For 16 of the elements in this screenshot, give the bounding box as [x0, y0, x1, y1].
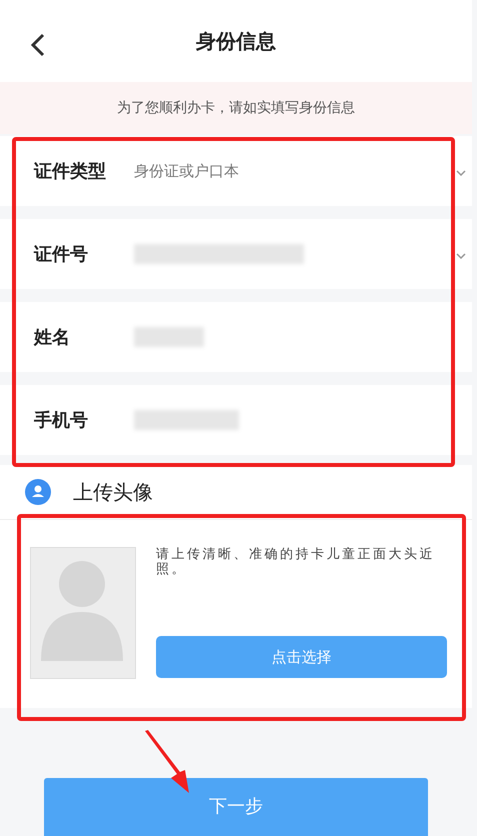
field-label: 姓名	[34, 326, 71, 350]
form-row[interactable]: 证件号	[0, 219, 472, 289]
user-icon	[25, 479, 51, 505]
form-row[interactable]: 证件类型 身份证或户口本	[0, 136, 472, 206]
avatar-placeholder-icon	[30, 547, 136, 679]
field-value: 身份证或户口本	[134, 160, 239, 182]
page-title: 身份信息	[196, 28, 276, 55]
form-row[interactable]: 姓名	[0, 302, 472, 372]
field-label: 证件类型	[34, 160, 107, 184]
field-label: 手机号	[34, 408, 89, 432]
section-title: 上传头像	[73, 479, 153, 506]
field-label: 证件号	[34, 242, 89, 266]
upload-hint: 请上传清晰、准确的持卡儿童正面大头近照。	[156, 547, 436, 577]
form-row[interactable]: 手机号	[0, 385, 472, 455]
back-icon[interactable]	[30, 33, 46, 57]
notice-text: 为了您顺利办卡，请如实填写身份信息	[117, 98, 355, 118]
